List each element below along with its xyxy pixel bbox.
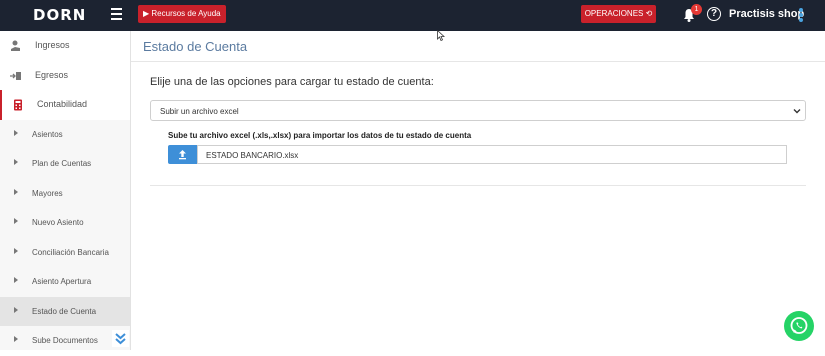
shop-name[interactable]: Practisis shop [729, 8, 804, 20]
sidebar-item-egresos[interactable]: Egresos [0, 60, 130, 90]
caret-right-icon [14, 159, 18, 165]
sidebar-item-label: Asientos [32, 129, 63, 139]
help-icon[interactable]: ? [707, 7, 721, 21]
upload-icon [179, 150, 186, 160]
upload-instructions: Sube tu archivo excel (.xls,.xlsx) para … [168, 131, 472, 140]
operations-label: OPERACIONES [584, 9, 644, 18]
page-title: Estado de Cuenta [143, 39, 248, 54]
top-navbar: DORN ▶ Recursos de Ayuda OPERACIONES ⟲ 1… [0, 0, 825, 31]
main-content: Estado de Cuenta Elije una de las opcion… [131, 31, 825, 350]
sidebar-item-label: Mayores [32, 188, 63, 198]
caret-right-icon [14, 336, 18, 342]
sidebar-item-nuevo-asiento[interactable]: Nuevo Asiento [0, 208, 130, 238]
upload-options-prompt: Elije una de las opciones para cargar tu… [150, 76, 434, 88]
sidebar-item-estado-de-cuenta[interactable]: Estado de Cuenta [0, 296, 130, 326]
sidebar-item-conciliacion-bancaria[interactable]: Conciliación Bancaria [0, 238, 130, 268]
double-chevron-down-icon[interactable] [112, 330, 129, 347]
file-name-value: ESTADO BANCARIO.xlsx [206, 151, 299, 160]
sidebar-item-label: Contabilidad [37, 99, 88, 109]
more-options-icon[interactable] [799, 8, 804, 22]
notification-badge: 1 [691, 4, 702, 15]
money-out-icon [10, 71, 21, 80]
whatsapp-icon [790, 317, 808, 334]
sidebar-item-asientos[interactable]: Asientos [0, 120, 130, 150]
sidebar-item-asiento-apertura[interactable]: Asiento Apertura [0, 267, 130, 297]
sidebar-item-sube-documentos[interactable]: Sube Documentos [0, 326, 130, 356]
divider [131, 61, 825, 62]
sidebar-item-label: Egresos [35, 69, 69, 80]
money-hand-icon [11, 40, 20, 51]
sidebar-item-ingresos[interactable]: Ingresos [0, 31, 130, 61]
help-resources-button[interactable]: ▶ Recursos de Ayuda [138, 5, 226, 23]
sidebar-item-label: Estado de Cuenta [32, 306, 97, 316]
upload-method-value: Subir un archivo excel [160, 107, 239, 116]
caret-right-icon [14, 188, 18, 195]
caret-right-icon [14, 277, 18, 283]
play-icon: ▶ [143, 9, 150, 18]
caret-right-icon [14, 218, 18, 224]
caret-right-icon [14, 129, 18, 136]
divider [150, 185, 806, 186]
mouse-cursor-icon [437, 30, 445, 41]
caret-right-icon [14, 247, 18, 254]
menu-toggle-icon[interactable] [111, 8, 122, 20]
undo-icon: ⟲ [645, 9, 653, 18]
sidebar-item-label: Sube Documentos [32, 336, 98, 345]
help-resources-label: Recursos de Ayuda [151, 9, 221, 18]
upload-file-button[interactable] [168, 145, 197, 164]
sidebar-item-label: Asiento Apertura [32, 277, 92, 286]
caret-right-icon [14, 306, 18, 313]
sidebar-item-label: Plan de Cuentas [32, 159, 92, 168]
chevron-down-icon [793, 109, 801, 114]
sidebar-item-label: Ingresos [35, 40, 70, 50]
app-logo[interactable]: DORN [33, 6, 86, 24]
sidebar-item-plan-de-cuentas[interactable]: Plan de Cuentas [0, 149, 130, 179]
sidebar-item-contabilidad[interactable]: Contabilidad [0, 90, 130, 120]
whatsapp-chat-button[interactable] [784, 311, 814, 341]
sidebar-item-label: Nuevo Asiento [32, 218, 84, 227]
sidebar-item-mayores[interactable]: Mayores [0, 179, 130, 209]
calculator-icon [14, 99, 22, 111]
sidebar-item-label: Conciliación Bancaria [32, 247, 109, 257]
file-name-field[interactable]: ESTADO BANCARIO.xlsx [197, 145, 787, 164]
operations-button[interactable]: OPERACIONES ⟲ [581, 5, 656, 23]
sidebar: Ingresos Egresos Contabilidad Asientos P… [0, 31, 131, 350]
upload-method-select[interactable]: Subir un archivo excel [150, 100, 806, 121]
